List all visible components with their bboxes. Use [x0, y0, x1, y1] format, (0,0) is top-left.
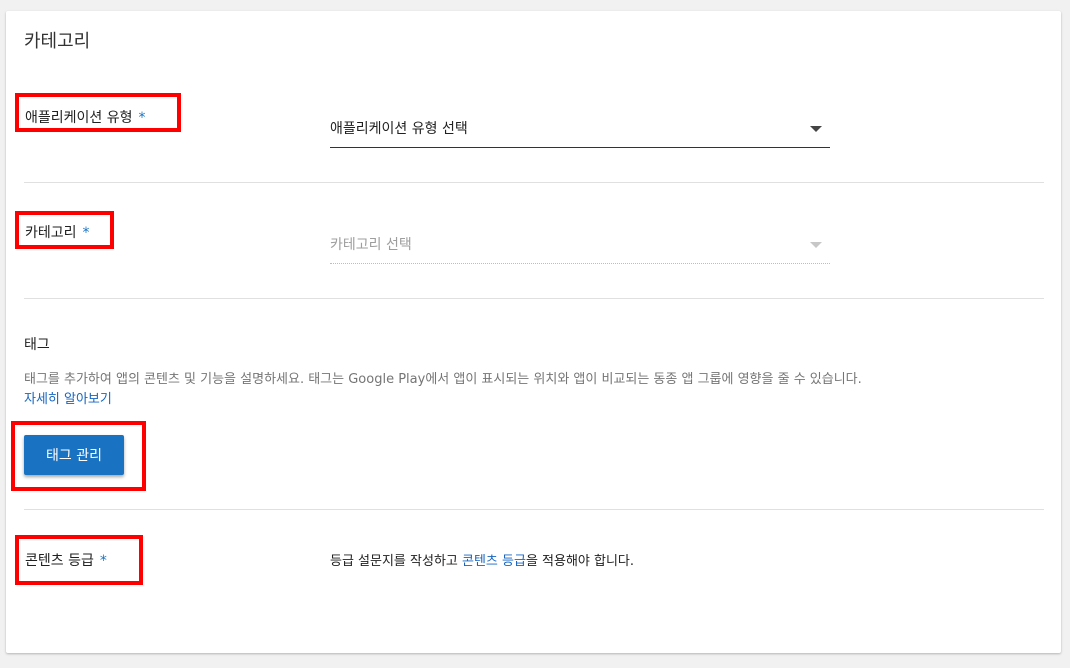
highlight-box-content-rating — [15, 535, 143, 585]
dropdown-arrow-icon — [810, 126, 822, 132]
tags-title: 태그 — [24, 337, 50, 353]
tags-description: 태그를 추가하여 앱의 콘텐츠 및 기능을 설명하세요. 태그는 Google … — [24, 372, 862, 387]
section-title: 카테고리 — [24, 31, 91, 52]
divider — [24, 509, 1044, 510]
app-type-select-value: 애플리케이션 유형 선택 — [330, 121, 468, 137]
category-select-value: 카테고리 선택 — [330, 237, 412, 253]
dropdown-arrow-icon — [810, 242, 822, 248]
divider — [24, 182, 1044, 183]
divider — [24, 298, 1044, 299]
highlight-box-manage-tags — [11, 421, 146, 491]
highlight-box-category — [15, 211, 114, 249]
learn-more-link[interactable]: 자세히 알아보기 — [24, 388, 112, 407]
store-listing-card: 카테고리 애플리케이션 유형 * 애플리케이션 유형 선택 카테고리 * 카테고리 … — [6, 11, 1061, 653]
content-rating-text-before: 등급 설문지를 작성하고 — [330, 554, 462, 569]
highlight-box-app-type — [15, 93, 181, 132]
content-rating-message: 등급 설문지를 작성하고 콘텐츠 등급을 적용해야 합니다. — [330, 550, 634, 569]
app-type-select[interactable]: 애플리케이션 유형 선택 — [330, 106, 830, 148]
content-rating-link[interactable]: 콘텐츠 등급 — [462, 554, 526, 569]
category-select[interactable]: 카테고리 선택 — [330, 222, 830, 264]
content-rating-text-after: 을 적용해야 합니다. — [525, 554, 635, 569]
